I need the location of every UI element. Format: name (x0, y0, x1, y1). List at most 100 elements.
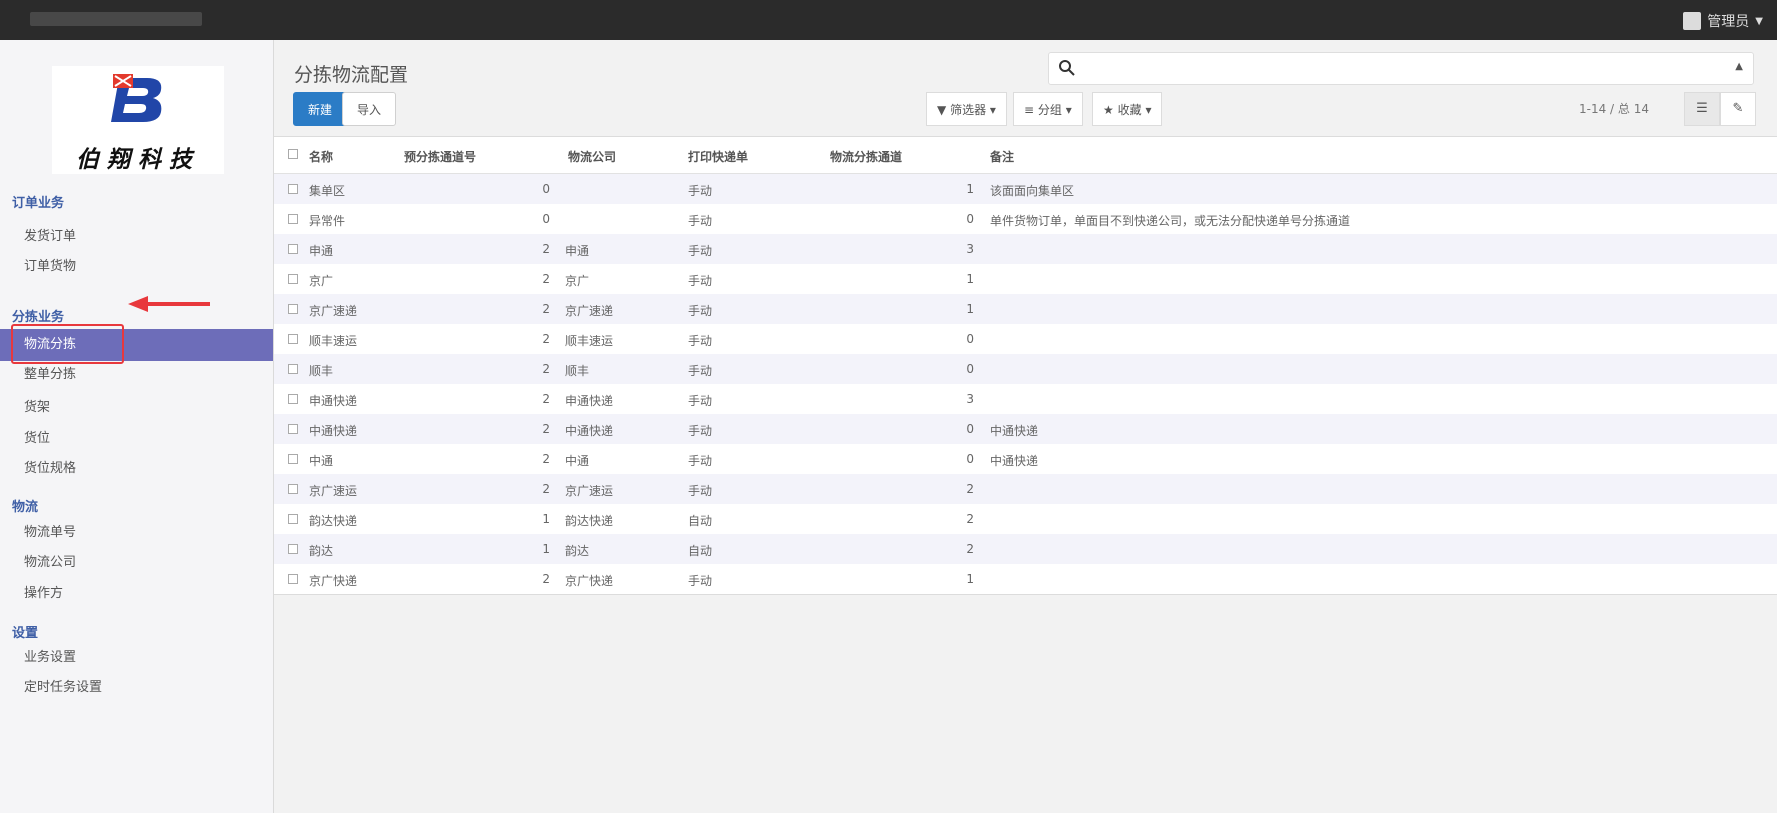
cell-sorting-channel: 0 (966, 362, 974, 376)
page-title: 分拣物流配置 (294, 64, 409, 86)
table-row[interactable]: 申通快递 2 申通快递 手动 3 (274, 384, 1777, 414)
new-button[interactable]: 新建 (293, 92, 348, 126)
row-checkbox[interactable] (288, 244, 298, 254)
sidebar-item-logistics-companies[interactable]: 物流公司 (0, 547, 273, 579)
cell-logistics-company: 中通快递 (565, 424, 614, 438)
row-checkbox[interactable] (288, 454, 298, 464)
table-row[interactable]: 中通快递 2 中通快递 手动 0 中通快递 (274, 414, 1777, 444)
sidebar-item-tracking-numbers[interactable]: 物流单号 (0, 517, 273, 549)
column-header-presort-channel[interactable]: 预分拣通道号 (404, 148, 476, 165)
row-checkbox[interactable] (288, 484, 298, 494)
column-header-logistics-company[interactable]: 物流公司 (568, 148, 616, 165)
cell-presort-channel: 2 (542, 302, 550, 316)
import-button[interactable]: 导入 (342, 92, 397, 126)
table-row[interactable]: 顺丰速运 2 顺丰速运 手动 0 (274, 324, 1777, 354)
search-input[interactable]: ▲ (1048, 52, 1754, 85)
favorites-dropdown[interactable]: ★ 收藏 ▾ (1092, 92, 1163, 126)
table-row[interactable]: 韵达 1 韵达 自动 2 (274, 534, 1777, 564)
sidebar-item-business-settings[interactable]: 业务设置 (0, 642, 273, 674)
cell-sorting-channel: 0 (966, 212, 974, 226)
cell-presort-channel: 2 (542, 332, 550, 346)
table-row[interactable]: 京广速运 2 京广速运 手动 2 (274, 474, 1777, 504)
cell-presort-channel: 2 (542, 392, 550, 406)
table-row[interactable]: 异常件 0 手动 0 单件货物订单，单面目不到快递公司，或无法分配快递单号分拣通道 (274, 204, 1777, 234)
cell-name: 顺丰速运 (309, 334, 358, 348)
sidebar-item-logistics-sorting[interactable]: 物流分拣 (0, 324, 273, 364)
sidebar-item-whole-order-sorting[interactable]: 整单分拣 (0, 359, 273, 391)
row-checkbox[interactable] (288, 424, 298, 434)
column-header-remark[interactable]: 备注 (990, 148, 1014, 165)
top-navbar: 管理员 ▼ (0, 0, 1777, 40)
table-row[interactable]: 申通 2 申通 手动 3 (274, 234, 1777, 264)
cell-sorting-channel: 1 (966, 182, 974, 196)
column-header-print-waybill[interactable]: 打印快递单 (688, 148, 748, 165)
chevron-down-icon: ▾ (989, 103, 996, 117)
nav-section-logistics: 物流 (12, 500, 39, 515)
table-row[interactable]: 韵达快递 1 韵达快递 自动 2 (274, 504, 1777, 534)
row-checkbox[interactable] (288, 364, 298, 374)
pager-text: 1-14 / 总 14 (1579, 102, 1649, 116)
app-brand[interactable] (30, 12, 202, 26)
cell-sorting-channel: 2 (966, 542, 974, 556)
sidebar-item-shelves[interactable]: 货架 (0, 392, 273, 424)
cell-presort-channel: 2 (542, 452, 550, 466)
edit-view-button[interactable]: ✎ (1720, 92, 1756, 126)
select-all-checkbox[interactable] (288, 149, 298, 159)
sidebar-item-shipping-orders[interactable]: 发货订单 (0, 221, 273, 253)
sidebar-item-scheduled-tasks[interactable]: 定时任务设置 (0, 672, 273, 704)
column-header-name[interactable]: 名称 (309, 148, 333, 165)
filter-dropdown[interactable]: ▼ 筛选器 ▾ (926, 92, 1007, 126)
cell-print-waybill: 手动 (688, 184, 713, 198)
table-row[interactable]: 京广 2 京广 手动 1 (274, 264, 1777, 294)
cell-presort-channel: 0 (542, 212, 550, 226)
cell-name: 中通 (309, 454, 334, 468)
row-checkbox[interactable] (288, 544, 298, 554)
cell-logistics-company: 韵达 (565, 544, 590, 558)
cell-name: 申通 (309, 244, 334, 258)
cell-sorting-channel: 3 (966, 242, 974, 256)
row-checkbox[interactable] (288, 184, 298, 194)
group-dropdown[interactable]: ≡ 分组 ▾ (1013, 92, 1083, 126)
table-row[interactable]: 京广快递 2 京广快递 手动 1 (274, 564, 1777, 594)
sidebar-item-operators[interactable]: 操作方 (0, 578, 273, 610)
list-view-button[interactable]: ☰ (1684, 92, 1720, 126)
chevron-down-icon: ▾ (1145, 103, 1152, 117)
table-row[interactable]: 京广速递 2 京广速递 手动 1 (274, 294, 1777, 324)
user-menu[interactable]: 管理员 ▼ (1683, 11, 1763, 31)
row-checkbox[interactable] (288, 574, 298, 584)
cell-presort-channel: 2 (542, 422, 550, 436)
data-table: 名称 预分拣通道号 物流公司 打印快递单 物流分拣通道 备注 集单区 0 手动 1 该面… (274, 136, 1777, 595)
sidebar-item-slot-specs[interactable]: 货位规格 (0, 453, 273, 485)
column-header-sorting-channel[interactable]: 物流分拣通道 (830, 148, 902, 165)
star-icon: ★ (1103, 103, 1114, 117)
row-checkbox[interactable] (288, 214, 298, 224)
cell-remark: 中通快递 (990, 454, 1039, 468)
chevron-down-icon: ▾ (1065, 103, 1072, 117)
row-checkbox[interactable] (288, 304, 298, 314)
cell-name: 韵达 (309, 544, 334, 558)
cell-print-waybill: 自动 (688, 514, 713, 528)
row-checkbox[interactable] (288, 274, 298, 284)
row-checkbox[interactable] (288, 514, 298, 524)
cell-remark: 中通快递 (990, 424, 1039, 438)
cell-name: 顺丰 (309, 364, 334, 378)
main-content: 分拣物流配置 新建 导入 ▲ ▼ 筛选器 ▾ ≡ 分组 ▾ ★ 收藏 ▾ 1-1… (274, 40, 1777, 813)
row-checkbox[interactable] (288, 394, 298, 404)
table-row[interactable]: 顺丰 2 顺丰 手动 0 (274, 354, 1777, 384)
chevron-up-icon[interactable]: ▲ (1735, 61, 1743, 72)
cell-logistics-company: 顺丰 (565, 364, 590, 378)
cell-print-waybill: 手动 (688, 334, 713, 348)
cell-name: 京广速递 (309, 304, 358, 318)
sidebar-item-slots[interactable]: 货位 (0, 423, 273, 455)
sidebar-item-order-goods[interactable]: 订单货物 (0, 251, 273, 283)
cell-presort-channel: 1 (542, 512, 550, 526)
cell-logistics-company: 顺丰速运 (565, 334, 614, 348)
arrow-annotation (128, 296, 210, 312)
edit-icon: ✎ (1732, 101, 1744, 116)
table-row[interactable]: 集单区 0 手动 1 该面面向集单区 (274, 174, 1777, 204)
favorites-label: 收藏 (1117, 103, 1142, 117)
table-row[interactable]: 中通 2 中通 手动 0 中通快递 (274, 444, 1777, 474)
nav-section-sorting: 分拣业务 (12, 310, 65, 325)
cell-name: 异常件 (309, 214, 346, 228)
row-checkbox[interactable] (288, 334, 298, 344)
